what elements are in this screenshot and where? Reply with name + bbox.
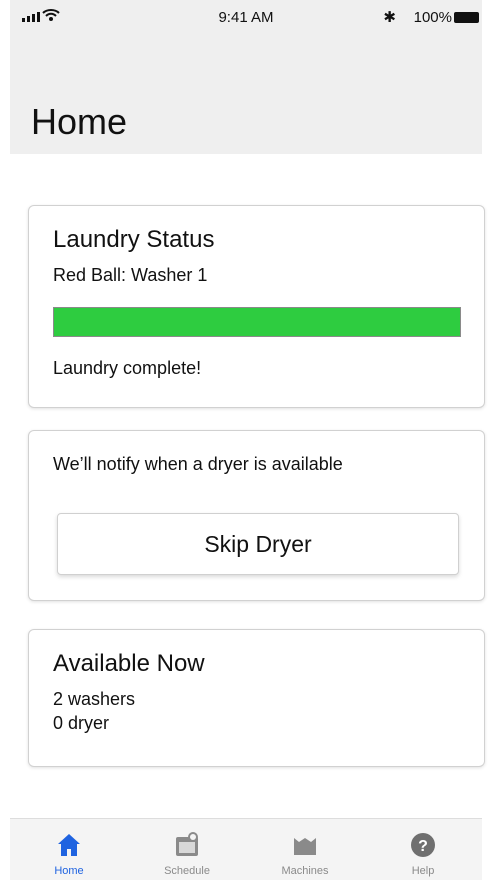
tab-machines[interactable]: Machines [246, 819, 364, 880]
tab-help-label: Help [411, 865, 435, 877]
status-time: 9:41 AM [218, 9, 274, 26]
available-now-title: Available Now [53, 650, 205, 677]
available-washers: 2 washers [53, 689, 136, 709]
status-bar: 9:41 AM ✱ 100% [10, 0, 482, 38]
laundry-status-message: Laundry complete! [53, 358, 202, 378]
svg-text:?: ? [418, 838, 428, 855]
tab-help[interactable]: ? Help [364, 819, 482, 880]
tab-home-label: Home [54, 865, 84, 877]
laundry-status-title: Laundry Status [53, 226, 215, 253]
laundry-progress-bar [53, 307, 461, 337]
available-now-card: Available Now 2 washers 0 dryer [28, 629, 485, 767]
dryer-notify-card: We’ll notify when a dryer is available S… [28, 430, 485, 601]
skip-dryer-button[interactable]: Skip Dryer [57, 513, 459, 575]
tab-bar: Home Schedule Machines ? Help [10, 818, 482, 880]
home-icon [55, 831, 83, 864]
tab-schedule[interactable]: Schedule [128, 819, 246, 880]
machines-icon [291, 831, 319, 864]
page-title: Home [31, 101, 128, 142]
available-dryers: 0 dryer [53, 713, 110, 733]
battery-icon [454, 12, 479, 23]
battery-percentage: 100% [413, 9, 452, 26]
dryer-notify-message: We’ll notify when a dryer is available [53, 454, 343, 474]
page-header: Home [10, 38, 482, 154]
laundry-machine-name: Red Ball: Washer 1 [53, 265, 208, 285]
help-icon: ? [409, 831, 437, 864]
laundry-status-card: Laundry Status Red Ball: Washer 1 Laundr… [28, 205, 485, 408]
laundry-progress-fill [54, 308, 460, 336]
tab-machines-label: Machines [281, 865, 329, 877]
bluetooth-icon: ✱ [383, 9, 396, 26]
schedule-icon [173, 831, 201, 864]
tab-home[interactable]: Home [10, 819, 128, 880]
tab-schedule-label: Schedule [164, 865, 210, 877]
